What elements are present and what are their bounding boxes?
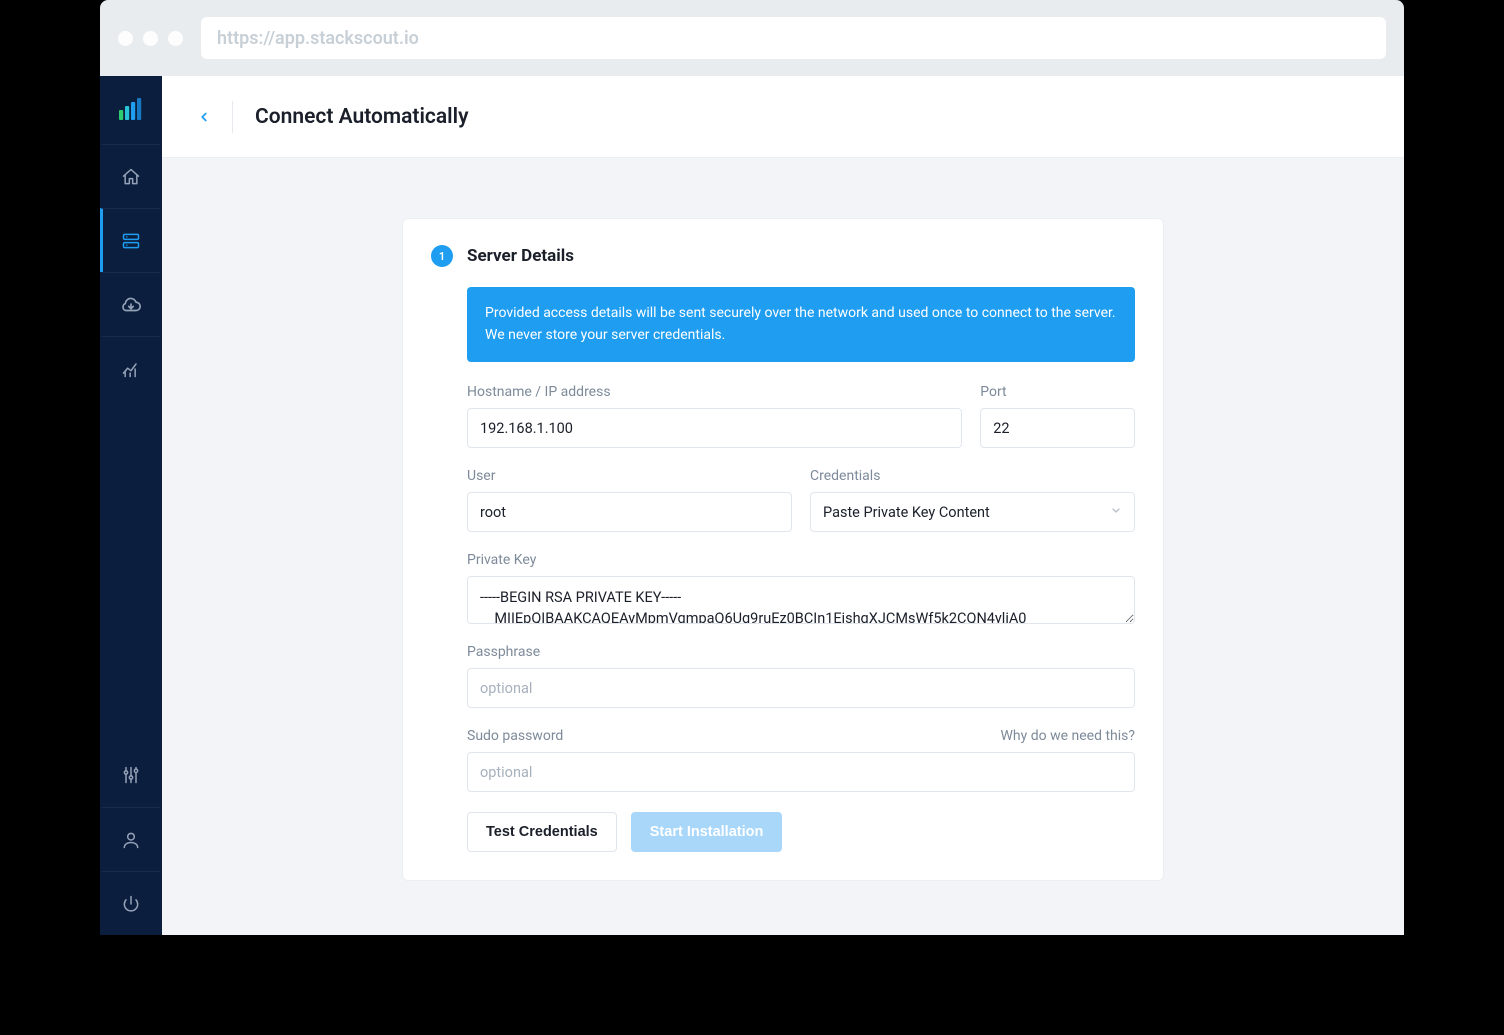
topbar-divider [232, 101, 233, 133]
cloud-download-icon [120, 294, 142, 316]
sudo-input[interactable] [467, 752, 1135, 792]
traffic-lights [118, 31, 183, 46]
bars-logo-icon [117, 96, 145, 124]
power-icon [121, 894, 141, 914]
content-area: 1 Server Details Provided access details… [162, 158, 1404, 935]
sidebar [100, 76, 162, 935]
traffic-light-minimize-icon[interactable] [143, 31, 158, 46]
sudo-label: Sudo password [467, 728, 563, 744]
url-bar-text: https://app.stackscout.io [217, 28, 419, 49]
info-banner: Provided access details will be sent sec… [467, 287, 1135, 362]
test-credentials-button[interactable]: Test Credentials [467, 812, 617, 852]
sidebar-item-servers[interactable] [100, 208, 162, 272]
app-shell: Connect Automatically 1 Server Details P… [100, 76, 1404, 935]
credentials-select[interactable]: Paste Private Key Content [810, 492, 1135, 532]
back-button[interactable] [190, 103, 218, 131]
page-title: Connect Automatically [255, 105, 469, 129]
start-installation-button[interactable]: Start Installation [631, 812, 783, 852]
chevron-left-icon [197, 110, 211, 124]
credentials-field-group: Credentials Paste Private Key Content [810, 468, 1135, 532]
traffic-light-zoom-icon[interactable] [168, 31, 183, 46]
topbar: Connect Automatically [162, 76, 1404, 158]
info-banner-line2: We never store your server credentials. [485, 325, 1117, 347]
sidebar-item-account[interactable] [100, 807, 162, 871]
user-label: User [467, 468, 792, 484]
sidebar-item-home[interactable] [100, 144, 162, 208]
port-label: Port [980, 384, 1135, 400]
sliders-icon [121, 765, 141, 785]
hostname-label: Hostname / IP address [467, 384, 962, 400]
card-header: 1 Server Details [431, 245, 1135, 267]
private-key-label: Private Key [467, 552, 1135, 568]
user-icon [121, 830, 141, 850]
hostname-input[interactable] [467, 408, 962, 448]
credentials-selected-value: Paste Private Key Content [823, 504, 990, 521]
info-banner-line1: Provided access details will be sent sec… [485, 303, 1117, 325]
sidebar-item-settings[interactable] [100, 743, 162, 807]
sidebar-item-cloud[interactable] [100, 272, 162, 336]
port-field-group: Port [980, 384, 1135, 448]
step-badge: 1 [431, 245, 453, 267]
analytics-icon [121, 359, 141, 379]
credentials-label: Credentials [810, 468, 1135, 484]
url-bar[interactable]: https://app.stackscout.io [201, 17, 1386, 59]
home-icon [121, 167, 141, 187]
sudo-hint-link[interactable]: Why do we need this? [1001, 728, 1135, 744]
app-logo[interactable] [100, 76, 162, 144]
passphrase-field-group: Passphrase [467, 644, 1135, 708]
passphrase-label: Passphrase [467, 644, 1135, 660]
sidebar-item-power[interactable] [100, 871, 162, 935]
form-actions: Test Credentials Start Installation [467, 812, 1135, 852]
sidebar-top [100, 76, 162, 743]
chevron-down-icon [1110, 504, 1122, 521]
server-details-card: 1 Server Details Provided access details… [402, 218, 1164, 881]
server-icon [121, 231, 141, 251]
main: Connect Automatically 1 Server Details P… [162, 76, 1404, 935]
form: Hostname / IP address Port User [467, 384, 1135, 792]
sudo-field-group: Sudo password Why do we need this? [467, 728, 1135, 792]
browser-frame: https://app.stackscout.io [100, 0, 1404, 935]
hostname-field-group: Hostname / IP address [467, 384, 962, 448]
user-input[interactable] [467, 492, 792, 532]
passphrase-input[interactable] [467, 668, 1135, 708]
traffic-light-close-icon[interactable] [118, 31, 133, 46]
card-title: Server Details [467, 246, 574, 266]
browser-chrome: https://app.stackscout.io [100, 0, 1404, 76]
user-field-group: User [467, 468, 792, 532]
private-key-textarea[interactable] [467, 576, 1135, 624]
private-key-field-group: Private Key [467, 552, 1135, 624]
sidebar-item-analytics[interactable] [100, 336, 162, 400]
sidebar-bottom [100, 743, 162, 935]
port-input[interactable] [980, 408, 1135, 448]
